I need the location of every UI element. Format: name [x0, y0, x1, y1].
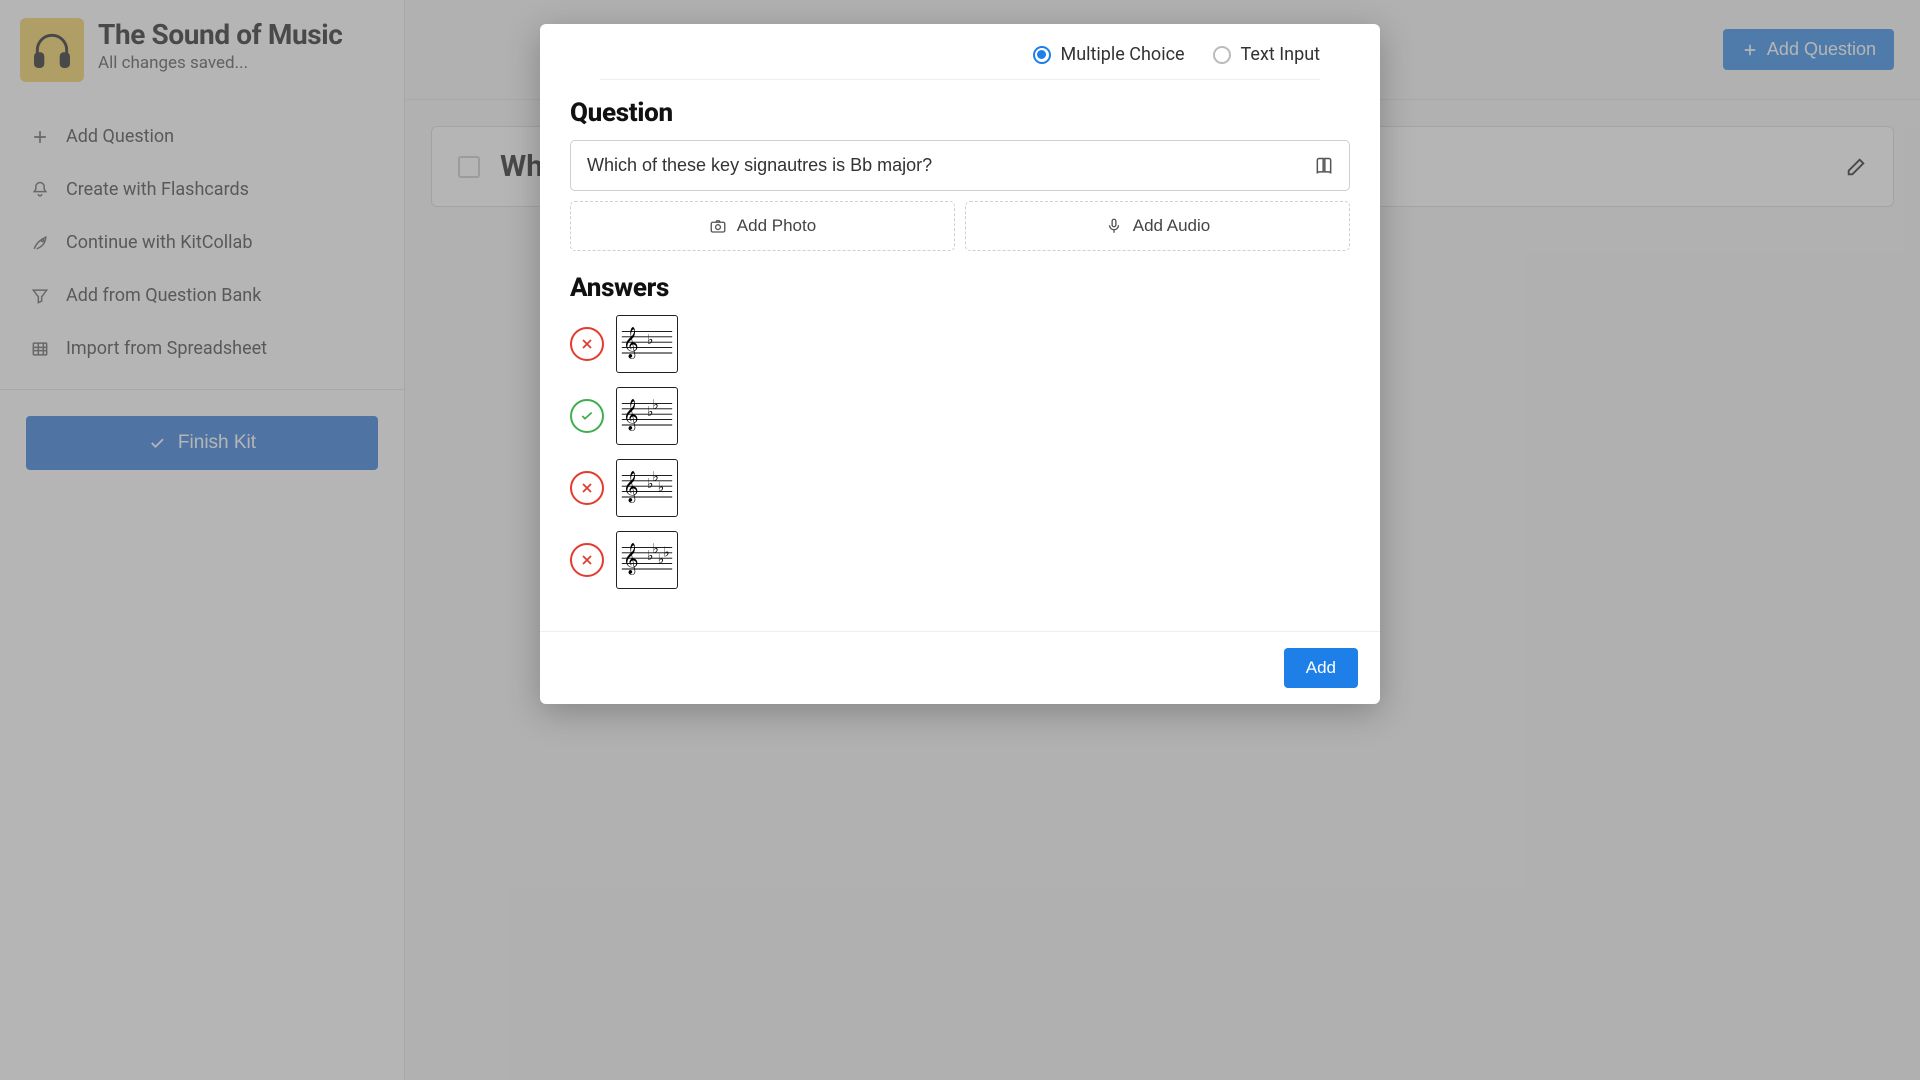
answer-image[interactable]: 𝄞 ♭♭	[616, 387, 678, 445]
answers-heading: Answers	[570, 273, 1350, 303]
answer-image[interactable]: 𝄞 ♭♭♭♭	[616, 531, 678, 589]
radio-text-input[interactable]: Text Input	[1213, 44, 1320, 65]
radio-indicator	[1033, 46, 1051, 64]
radio-multiple-choice[interactable]: Multiple Choice	[1033, 44, 1185, 65]
answer-correct-toggle[interactable]	[570, 399, 604, 433]
svg-text:𝄞: 𝄞	[623, 398, 639, 431]
submit-add-button[interactable]: Add	[1284, 648, 1358, 688]
add-audio-button[interactable]: Add Audio	[965, 201, 1350, 251]
radio-label: Multiple Choice	[1061, 44, 1185, 65]
answer-row: 𝄞 ♭	[570, 315, 1350, 373]
answer-correct-toggle[interactable]	[570, 471, 604, 505]
answer-image[interactable]: 𝄞 ♭♭♭	[616, 459, 678, 517]
camera-icon	[709, 217, 727, 235]
answer-correct-toggle[interactable]	[570, 327, 604, 361]
svg-text:♭: ♭	[652, 397, 658, 412]
svg-text:𝄞: 𝄞	[623, 326, 639, 359]
answer-correct-toggle[interactable]	[570, 543, 604, 577]
mic-icon	[1105, 217, 1123, 235]
svg-text:♭: ♭	[658, 480, 664, 495]
add-question-modal: Multiple Choice Text Input Question Add …	[540, 24, 1380, 704]
svg-text:♭: ♭	[647, 332, 653, 347]
modal-footer: Add	[540, 631, 1380, 704]
svg-text:𝄞: 𝄞	[623, 542, 639, 575]
svg-text:♭: ♭	[663, 544, 669, 559]
answer-row: 𝄞 ♭♭	[570, 387, 1350, 445]
radio-label: Text Input	[1241, 44, 1320, 65]
answer-row: 𝄞 ♭♭♭	[570, 459, 1350, 517]
question-type-selector: Multiple Choice Text Input	[600, 24, 1320, 80]
modal-overlay[interactable]: Multiple Choice Text Input Question Add …	[0, 0, 1920, 1080]
add-photo-button[interactable]: Add Photo	[570, 201, 955, 251]
svg-text:𝄞: 𝄞	[623, 470, 639, 503]
question-input[interactable]	[570, 140, 1350, 191]
answer-row: 𝄞 ♭♭♭♭	[570, 531, 1350, 589]
add-photo-label: Add Photo	[737, 216, 816, 236]
book-icon[interactable]	[1314, 156, 1334, 176]
question-heading: Question	[570, 98, 1350, 128]
answer-image[interactable]: 𝄞 ♭	[616, 315, 678, 373]
answers-list: 𝄞 ♭ 𝄞 ♭♭ 𝄞 ♭♭♭ 𝄞 ♭♭♭♭	[570, 315, 1350, 589]
radio-indicator	[1213, 46, 1231, 64]
add-audio-label: Add Audio	[1133, 216, 1211, 236]
